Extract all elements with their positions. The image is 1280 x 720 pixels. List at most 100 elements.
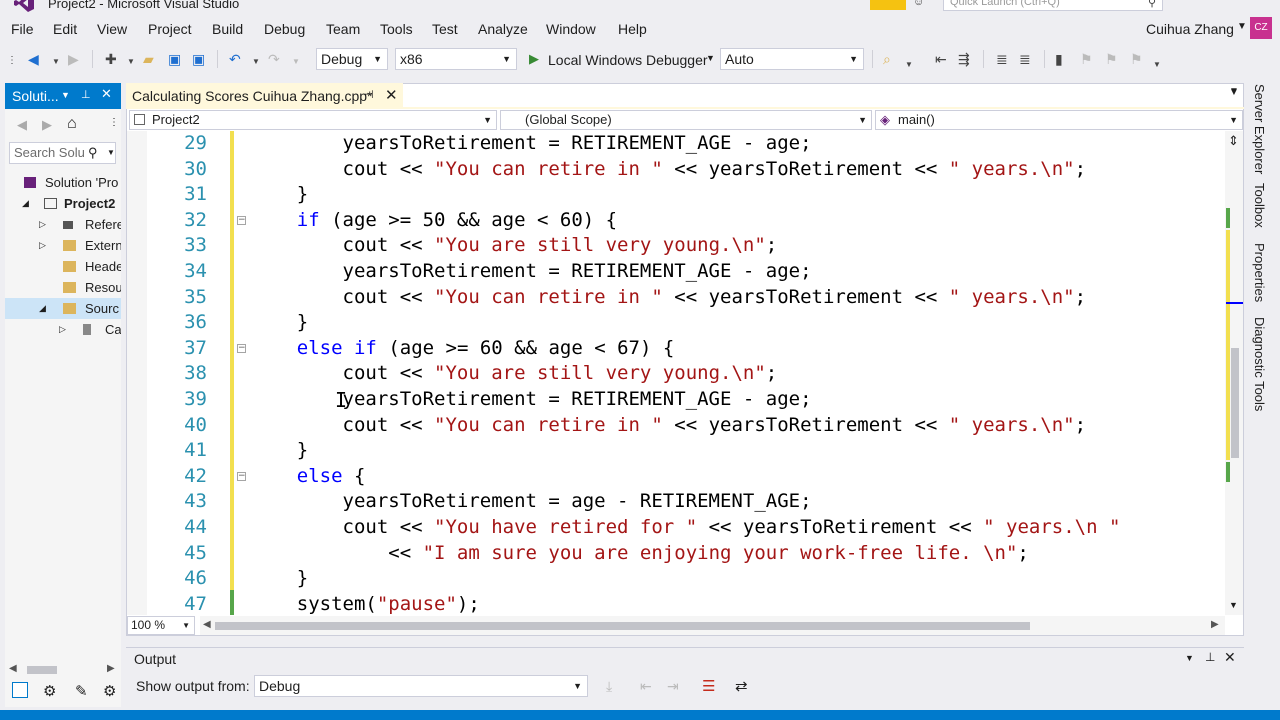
save-all-icon[interactable]: ▣ bbox=[192, 51, 205, 67]
team-explorer-icon[interactable]: ⚙ bbox=[103, 682, 116, 700]
code-text-area[interactable]: 29 yearsToRetirement = RETIREMENT_AGE - … bbox=[127, 131, 1225, 615]
member-navigation-select[interactable]: ◈ main() ▼ bbox=[875, 110, 1243, 130]
menu-edit[interactable]: Edit bbox=[53, 21, 77, 37]
previous-bookmark-icon[interactable]: ⚑ bbox=[1080, 51, 1093, 67]
tab-diagnostic-tools[interactable]: Diagnostic Tools bbox=[1252, 317, 1267, 411]
menu-project[interactable]: Project bbox=[148, 21, 192, 37]
solution-search-input[interactable]: Search Solu bbox=[9, 142, 116, 164]
play-icon[interactable]: ▶ bbox=[529, 51, 539, 67]
stack-frame-select[interactable]: Auto ▼ bbox=[720, 48, 864, 70]
redo-icon[interactable]: ↷ bbox=[268, 51, 280, 67]
forward-icon[interactable]: ▶ bbox=[42, 117, 52, 133]
save-icon[interactable]: ▣ bbox=[168, 51, 181, 67]
notification-badge[interactable] bbox=[870, 0, 906, 10]
word-wrap-icon[interactable]: ⇄ bbox=[735, 677, 748, 695]
scroll-left-icon[interactable]: ◀ bbox=[9, 663, 17, 674]
scroll-left-icon[interactable]: ◀ bbox=[203, 619, 211, 630]
previous-message-icon[interactable]: ⇤ bbox=[640, 678, 652, 695]
collapse-region-icon[interactable]: − bbox=[237, 471, 246, 481]
configuration-select[interactable]: Debug ▼ bbox=[316, 48, 388, 70]
undo-icon[interactable]: ↶ bbox=[229, 51, 241, 67]
chevron-down-icon[interactable]: ▼ bbox=[905, 57, 913, 73]
next-bookmark-icon[interactable]: ⚑ bbox=[1105, 51, 1118, 67]
chevron-down-icon[interactable]: ▼ bbox=[61, 90, 70, 100]
find-message-icon[interactable]: ⤓ bbox=[606, 678, 612, 695]
zoom-select[interactable]: 100 % ▼ bbox=[127, 616, 195, 635]
bookmark-icon[interactable]: ▮ bbox=[1055, 51, 1063, 67]
expand-arrow-icon[interactable]: ▷ bbox=[39, 235, 46, 256]
avatar[interactable]: CZ bbox=[1250, 17, 1272, 39]
scrollbar-thumb[interactable] bbox=[27, 666, 57, 674]
open-folder-icon[interactable]: ▰ bbox=[143, 51, 154, 67]
tab-properties[interactable]: Properties bbox=[1252, 243, 1267, 302]
tree-item-references[interactable]: ▷ Refere bbox=[5, 214, 121, 235]
chevron-down-icon[interactable]: ▼ bbox=[706, 53, 715, 63]
scroll-down-icon[interactable]: ▼ bbox=[1229, 600, 1238, 610]
menu-debug[interactable]: Debug bbox=[264, 21, 305, 37]
menu-view[interactable]: View bbox=[97, 21, 127, 37]
feedback-icon[interactable]: ☺ bbox=[913, 0, 924, 8]
tree-item-header-files[interactable]: Heade bbox=[5, 256, 121, 277]
clear-all-icon[interactable]: ☰ bbox=[702, 677, 715, 695]
menu-tools[interactable]: Tools bbox=[380, 21, 413, 37]
pin-icon[interactable]: ⊥ bbox=[1205, 650, 1215, 664]
scrollbar-thumb[interactable] bbox=[1231, 348, 1239, 458]
forward-icon[interactable]: ▶ bbox=[68, 51, 79, 67]
tree-item-external-dependencies[interactable]: ▷ Extern bbox=[5, 235, 121, 256]
chevron-down-icon[interactable]: ▼ bbox=[1153, 57, 1161, 73]
collapse-region-icon[interactable]: − bbox=[237, 343, 246, 353]
back-icon[interactable]: ◀ bbox=[28, 51, 39, 67]
back-icon[interactable]: ◀ bbox=[17, 117, 27, 133]
tree-item-project[interactable]: ◢ Project2 bbox=[5, 193, 121, 214]
chevron-down-icon[interactable]: ▼ bbox=[252, 54, 260, 70]
menu-test[interactable]: Test bbox=[432, 21, 458, 37]
pin-icon[interactable]: ⊣ bbox=[364, 88, 374, 101]
selection-margin[interactable] bbox=[127, 131, 147, 615]
chevron-down-icon[interactable]: ▼ bbox=[52, 54, 60, 70]
tab-toolbox[interactable]: Toolbox bbox=[1252, 183, 1267, 228]
more-icon[interactable]: ⋮ bbox=[109, 117, 119, 128]
scope-navigation-select[interactable]: (Global Scope) ▼ bbox=[500, 110, 872, 130]
tree-item-cpp-file[interactable]: ▷ Ca bbox=[5, 319, 121, 340]
expand-arrow-icon[interactable]: ▷ bbox=[39, 214, 46, 235]
scroll-right-icon[interactable]: ▶ bbox=[107, 663, 115, 674]
tree-item-resource-files[interactable]: Resou bbox=[5, 277, 121, 298]
menu-help[interactable]: Help bbox=[618, 21, 647, 37]
start-debugging-button[interactable]: Local Windows Debugger bbox=[548, 52, 708, 68]
class-view-icon[interactable]: ⚙ bbox=[43, 682, 56, 700]
close-icon[interactable]: ✕ bbox=[101, 86, 112, 102]
step-into-icon[interactable]: ⇤ bbox=[935, 51, 947, 67]
tree-item-source-files[interactable]: ◢ Sourc bbox=[5, 298, 121, 319]
format-icon[interactable]: ⇶ bbox=[958, 51, 970, 67]
pin-icon[interactable]: ⊥ bbox=[81, 88, 91, 101]
new-project-icon[interactable]: ✚ bbox=[105, 51, 117, 67]
menu-analyze[interactable]: Analyze bbox=[478, 21, 528, 37]
menu-build[interactable]: Build bbox=[212, 21, 243, 37]
chevron-down-icon[interactable]: ▼ bbox=[107, 148, 115, 157]
chevron-down-icon[interactable]: ▼ bbox=[127, 54, 135, 70]
next-message-icon[interactable]: ⇥ bbox=[667, 678, 679, 695]
project-navigation-select[interactable]: Project2 ▼ bbox=[129, 110, 497, 130]
solution-explorer-scrollbar[interactable]: ◀ ▶ bbox=[5, 661, 121, 679]
menu-window[interactable]: Window bbox=[546, 21, 596, 37]
expand-arrow-icon[interactable]: ▷ bbox=[59, 319, 66, 340]
user-name[interactable]: Cuihua Zhang bbox=[1146, 21, 1234, 37]
document-tab-title[interactable]: Calculating Scores Cuihua Zhang.cpp* bbox=[132, 88, 372, 104]
collapse-arrow-icon[interactable]: ◢ bbox=[22, 193, 29, 214]
scrollbar-thumb[interactable] bbox=[215, 622, 1030, 630]
collapse-region-icon[interactable]: − bbox=[237, 215, 246, 225]
chevron-down-icon[interactable]: ▼ bbox=[1237, 21, 1247, 32]
indent-icon[interactable]: ≣ bbox=[1019, 51, 1031, 67]
quick-launch-input[interactable]: Quick Launch (Ctrl+Q) bbox=[943, 0, 1163, 11]
solution-view-icon[interactable] bbox=[12, 682, 28, 698]
tree-item-solution[interactable]: Solution 'Pro bbox=[5, 172, 121, 193]
clear-bookmarks-icon[interactable]: ⚑ bbox=[1130, 51, 1143, 67]
find-icon[interactable]: ⌕ bbox=[883, 51, 891, 67]
chevron-down-icon[interactable]: ▼ bbox=[1185, 653, 1194, 663]
property-manager-icon[interactable]: ✎ bbox=[75, 682, 88, 700]
outdent-icon[interactable]: ≣ bbox=[996, 51, 1008, 67]
chevron-down-icon[interactable]: ▼ bbox=[1229, 86, 1239, 97]
chevron-down-icon[interactable]: ▼ bbox=[292, 54, 300, 70]
close-icon[interactable]: ✕ bbox=[385, 86, 398, 104]
platform-select[interactable]: x86 ▼ bbox=[395, 48, 517, 70]
